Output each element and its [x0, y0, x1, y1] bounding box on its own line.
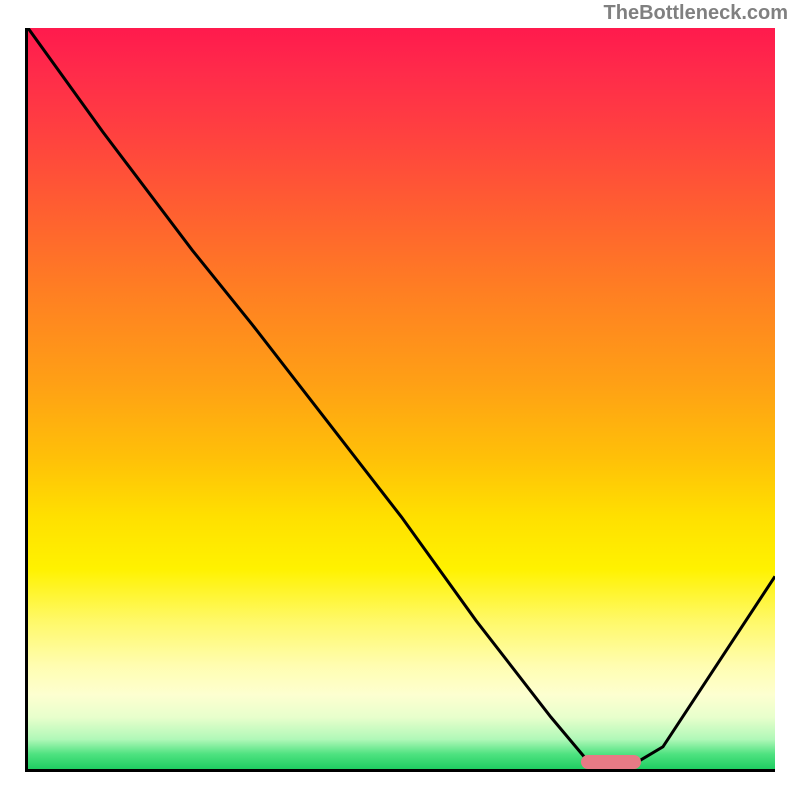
bottleneck-curve	[28, 28, 775, 769]
watermark-text: TheBottleneck.com	[604, 2, 788, 25]
plot-area	[28, 28, 775, 769]
optimal-range-marker	[581, 755, 641, 769]
